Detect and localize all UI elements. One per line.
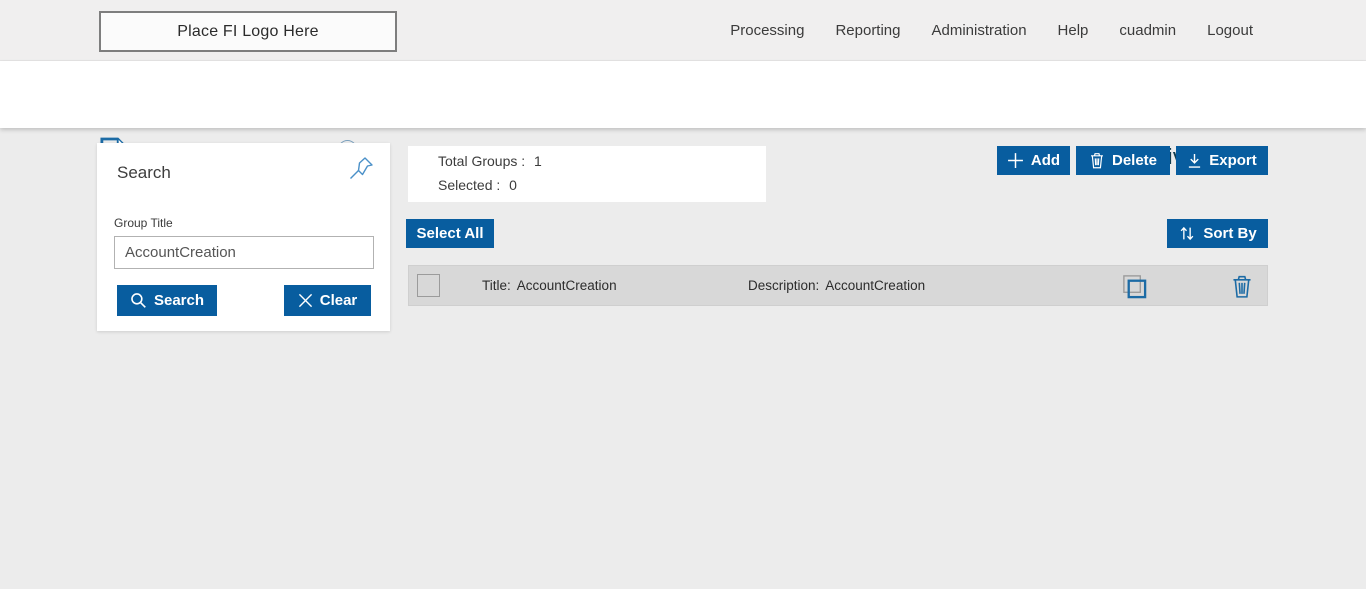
search-button[interactable]: Search <box>117 285 217 316</box>
trash-icon[interactable] <box>1231 274 1253 299</box>
total-groups-stat: Total Groups : 1 <box>438 153 542 169</box>
nav-help[interactable]: Help <box>1058 22 1089 39</box>
nav-processing[interactable]: Processing <box>730 22 804 39</box>
selected-label: Selected : <box>438 177 501 193</box>
group-row-description: Description: AccountCreation <box>748 266 925 305</box>
top-nav: Processing Reporting Administration Help… <box>730 0 1253 61</box>
search-panel: Search Group Title Search Clear <box>97 143 390 331</box>
select-all-button[interactable]: Select All <box>406 219 494 248</box>
nav-reporting[interactable]: Reporting <box>835 22 900 39</box>
export-button-label: Export <box>1209 152 1257 169</box>
export-button[interactable]: Export <box>1176 146 1268 175</box>
add-button[interactable]: Add <box>997 146 1070 175</box>
group-actions-toolbar: Add Delete Export <box>997 146 1268 175</box>
fi-logo-text: Place FI Logo Here <box>177 22 319 40</box>
clear-button[interactable]: Clear <box>284 285 371 316</box>
search-button-label: Search <box>153 292 205 309</box>
nav-administration[interactable]: Administration <box>932 22 1027 39</box>
page-header: Group Maintenance i Kinective Sign <box>0 61 1366 170</box>
plus-icon <box>1007 153 1023 168</box>
nav-cuadmin[interactable]: cuadmin <box>1119 22 1176 39</box>
clear-button-label: Clear <box>319 292 358 309</box>
group-row-title-label: Title: <box>482 278 511 293</box>
trash-icon <box>1091 153 1103 169</box>
copy-icon[interactable] <box>1121 273 1148 300</box>
group-row: Title: AccountCreation Description: Acco… <box>408 265 1268 306</box>
sort-by-button[interactable]: Sort By <box>1167 219 1268 248</box>
selected-stat: Selected : 0 <box>438 177 517 193</box>
arrows-up-down-icon <box>1180 226 1194 241</box>
download-icon <box>1189 153 1201 168</box>
delete-button-label: Delete <box>1111 152 1158 169</box>
nav-logout[interactable]: Logout <box>1207 22 1253 39</box>
group-row-title: Title: AccountCreation <box>482 266 617 305</box>
x-icon <box>298 293 312 308</box>
delete-button[interactable]: Delete <box>1076 146 1170 175</box>
group-stats-panel: Total Groups : 1 Selected : 0 <box>408 146 766 202</box>
group-row-description-label: Description: <box>748 278 820 293</box>
search-panel-title: Search <box>117 163 171 182</box>
selected-value: 0 <box>509 177 517 193</box>
magnifier-icon <box>131 293 146 308</box>
total-groups-value: 1 <box>534 153 542 169</box>
top-navigation-bar: Place FI Logo Here Processing Reporting … <box>0 0 1366 61</box>
fi-logo-placeholder: Place FI Logo Here <box>99 11 397 52</box>
group-title-label: Group Title <box>114 216 173 230</box>
sort-by-button-label: Sort By <box>1203 225 1257 242</box>
group-title-input[interactable] <box>114 236 374 269</box>
group-row-checkbox[interactable] <box>417 274 440 297</box>
pin-icon[interactable] <box>348 155 374 181</box>
select-all-button-label: Select All <box>416 225 484 242</box>
group-row-title-value: AccountCreation <box>516 278 617 293</box>
total-groups-label: Total Groups : <box>438 153 526 169</box>
group-row-description-value: AccountCreation <box>825 278 926 293</box>
add-button-label: Add <box>1030 152 1061 169</box>
